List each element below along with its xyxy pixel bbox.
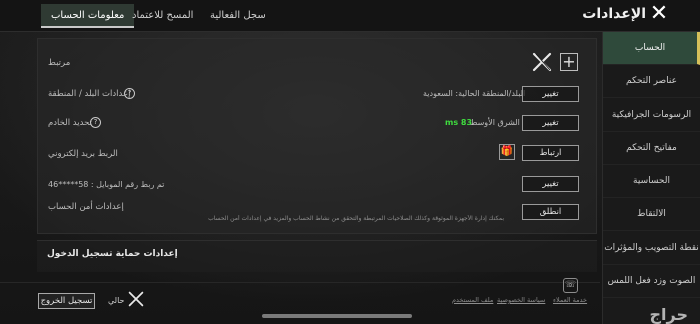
- close-icon[interactable]: ✕: [648, 3, 670, 25]
- sidebar-item-account[interactable]: الحساب: [603, 32, 700, 65]
- page-title: الإعدادات: [582, 6, 646, 22]
- link-email-button[interactable]: ارتباط: [522, 145, 579, 161]
- footer-divider: [0, 282, 600, 283]
- account-panel: مرتبط + ? إعدادات البلد / المنطقة البلد/…: [37, 38, 597, 234]
- sidebar-item-crosshair[interactable]: نقطة التصويب والمؤثرات: [603, 231, 700, 265]
- footer-link-support[interactable]: خدمة العملاء: [553, 296, 587, 304]
- login-protection-title: إعدادات حماية تسجيل الدخول: [47, 249, 178, 259]
- linked-label: مرتبط: [48, 58, 71, 68]
- server-ping: 83 ms: [445, 118, 473, 127]
- footer-link-privacy[interactable]: سياسة الخصوصية: [497, 296, 545, 304]
- security-description: بمكنك إدارة الأجهزة الموثوقة وكذلك الصلا…: [208, 215, 504, 222]
- tab-scan-auth[interactable]: المسح للاعتماد: [122, 4, 203, 28]
- country-value: البلد/المنطقة الحالية: السعودية: [423, 89, 526, 98]
- server-label: تحديد الخادم: [48, 118, 92, 128]
- change-phone-button[interactable]: تغيير: [522, 176, 579, 192]
- country-label: إعدادات البلد / المنطقة: [48, 89, 131, 99]
- watermark-logo: حراج: [649, 305, 689, 324]
- change-country-button[interactable]: تغيير: [522, 86, 579, 102]
- sidebar-item-control-keys[interactable]: مفاتيح التحكم: [603, 132, 700, 165]
- footer-link-profile[interactable]: ملف المستخدم: [452, 296, 493, 304]
- gift-icon: 🎁: [499, 144, 515, 160]
- sidebar-item-sensitivity[interactable]: الحساسية: [603, 165, 700, 198]
- x-logo-icon: [532, 52, 552, 76]
- home-indicator[interactable]: [262, 314, 412, 318]
- server-value: الشرق الأوسط: [470, 118, 520, 127]
- tab-activity-log[interactable]: سجل الفعالية: [200, 4, 276, 28]
- phone-value: تم ربط رقم الموبايل : 58*****46: [48, 180, 165, 189]
- logout-button[interactable]: تسجيل الخروج: [38, 293, 95, 309]
- top-bar: ✕ الإعدادات معلومات الحساب المسح للاعتما…: [0, 0, 700, 32]
- sidebar: الحساب عناصر التحكم الرسومات الجرافيكية …: [602, 32, 700, 324]
- add-link-button[interactable]: +: [560, 53, 578, 71]
- current-label: حالي: [108, 296, 125, 305]
- change-server-button[interactable]: تغيير: [522, 115, 579, 131]
- sidebar-item-controls[interactable]: عناصر التحكم: [603, 65, 700, 98]
- go-security-button[interactable]: انطلق: [522, 204, 579, 220]
- x-account-icon: [128, 291, 144, 311]
- security-label: إعدادات أمن الحساب: [48, 202, 124, 212]
- customer-service-icon[interactable]: ☏: [563, 278, 578, 293]
- login-protection-section: إعدادات حماية تسجيل الدخول: [37, 240, 597, 272]
- email-label: الربط بريد إلكتروني: [48, 149, 118, 159]
- sidebar-item-pickup[interactable]: الالتقاط: [603, 198, 700, 231]
- sidebar-item-sound[interactable]: الصوت وزد فعل اللمس: [603, 265, 700, 298]
- sidebar-item-graphics[interactable]: الرسومات الجرافيكية: [603, 98, 700, 132]
